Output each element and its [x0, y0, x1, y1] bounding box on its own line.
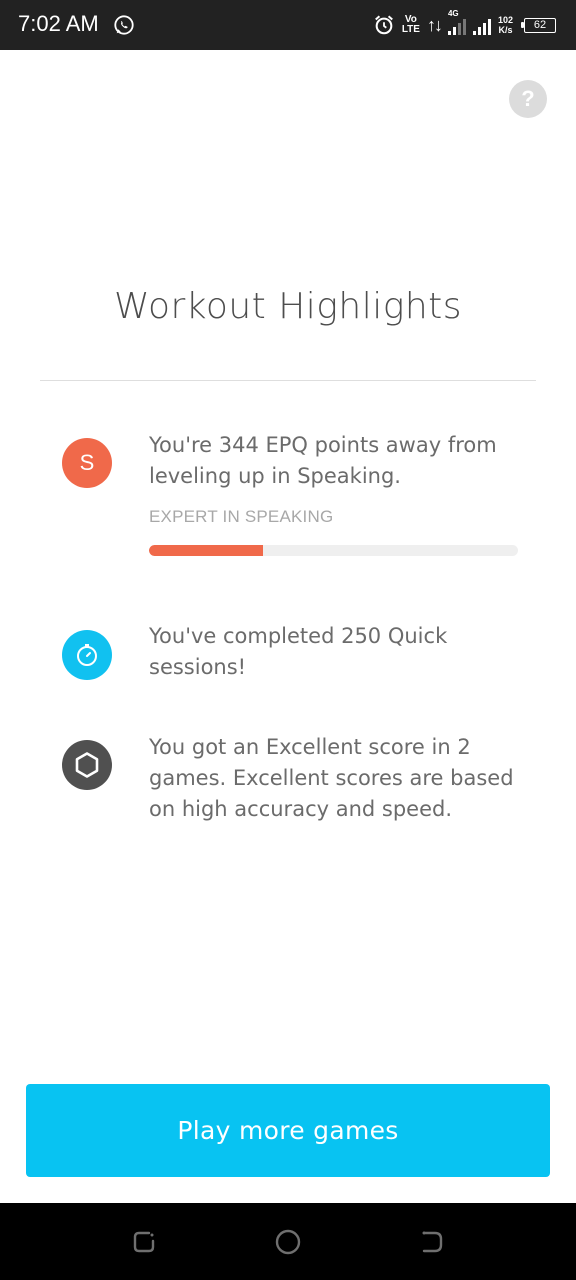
- whatsapp-icon: [114, 15, 134, 35]
- alarm-icon: [374, 15, 393, 35]
- highlight-text-sessions: You've completed 250 Quick sessions!: [149, 624, 448, 679]
- data-activity-icon: ↑↓: [426, 14, 443, 35]
- speaking-badge-icon: S: [62, 438, 112, 488]
- highlight-text-epq: You're 344 EPQ points away from leveling…: [149, 433, 497, 488]
- hexagon-icon: [62, 740, 112, 790]
- level-progress-fill: [149, 545, 264, 556]
- play-more-games-button[interactable]: Play more games: [26, 1084, 550, 1177]
- network-type-label: 4G: [447, 9, 459, 18]
- home-icon[interactable]: [275, 1229, 301, 1255]
- volte-indicator: Vo LTE: [402, 15, 420, 35]
- stopwatch-icon: [62, 630, 112, 680]
- divider: [40, 380, 536, 381]
- speed-unit: K/s: [498, 25, 513, 35]
- highlight-text-excellent: You got an Excellent score in 2 games. E…: [149, 735, 514, 821]
- status-icons: Vo LTE ↑↓ 4G 102 K/s 62: [373, 9, 556, 40]
- battery-icon: 62: [521, 17, 556, 33]
- volte-bottom: LTE: [401, 24, 420, 35]
- recent-apps-icon[interactable]: [131, 1229, 157, 1255]
- page-title: Workout Highlights: [113, 286, 463, 327]
- signal-icon-4g: 4G: [447, 9, 466, 35]
- status-bar: 7:02 AM Vo LTE ↑↓ 4G 102 K/s 62: [0, 0, 576, 50]
- back-icon[interactable]: [419, 1229, 445, 1255]
- navigation-bar: [0, 1203, 576, 1280]
- help-button[interactable]: ?: [509, 80, 547, 118]
- speed-value: 102: [497, 15, 513, 25]
- network-speed: 102 K/s: [498, 15, 513, 35]
- highlight-subtitle-level: EXPERT IN SPEAKING: [149, 507, 334, 526]
- signal-icon: [472, 15, 491, 35]
- status-time: 7:02 AM: [18, 11, 99, 36]
- level-progress-bar: [149, 545, 518, 556]
